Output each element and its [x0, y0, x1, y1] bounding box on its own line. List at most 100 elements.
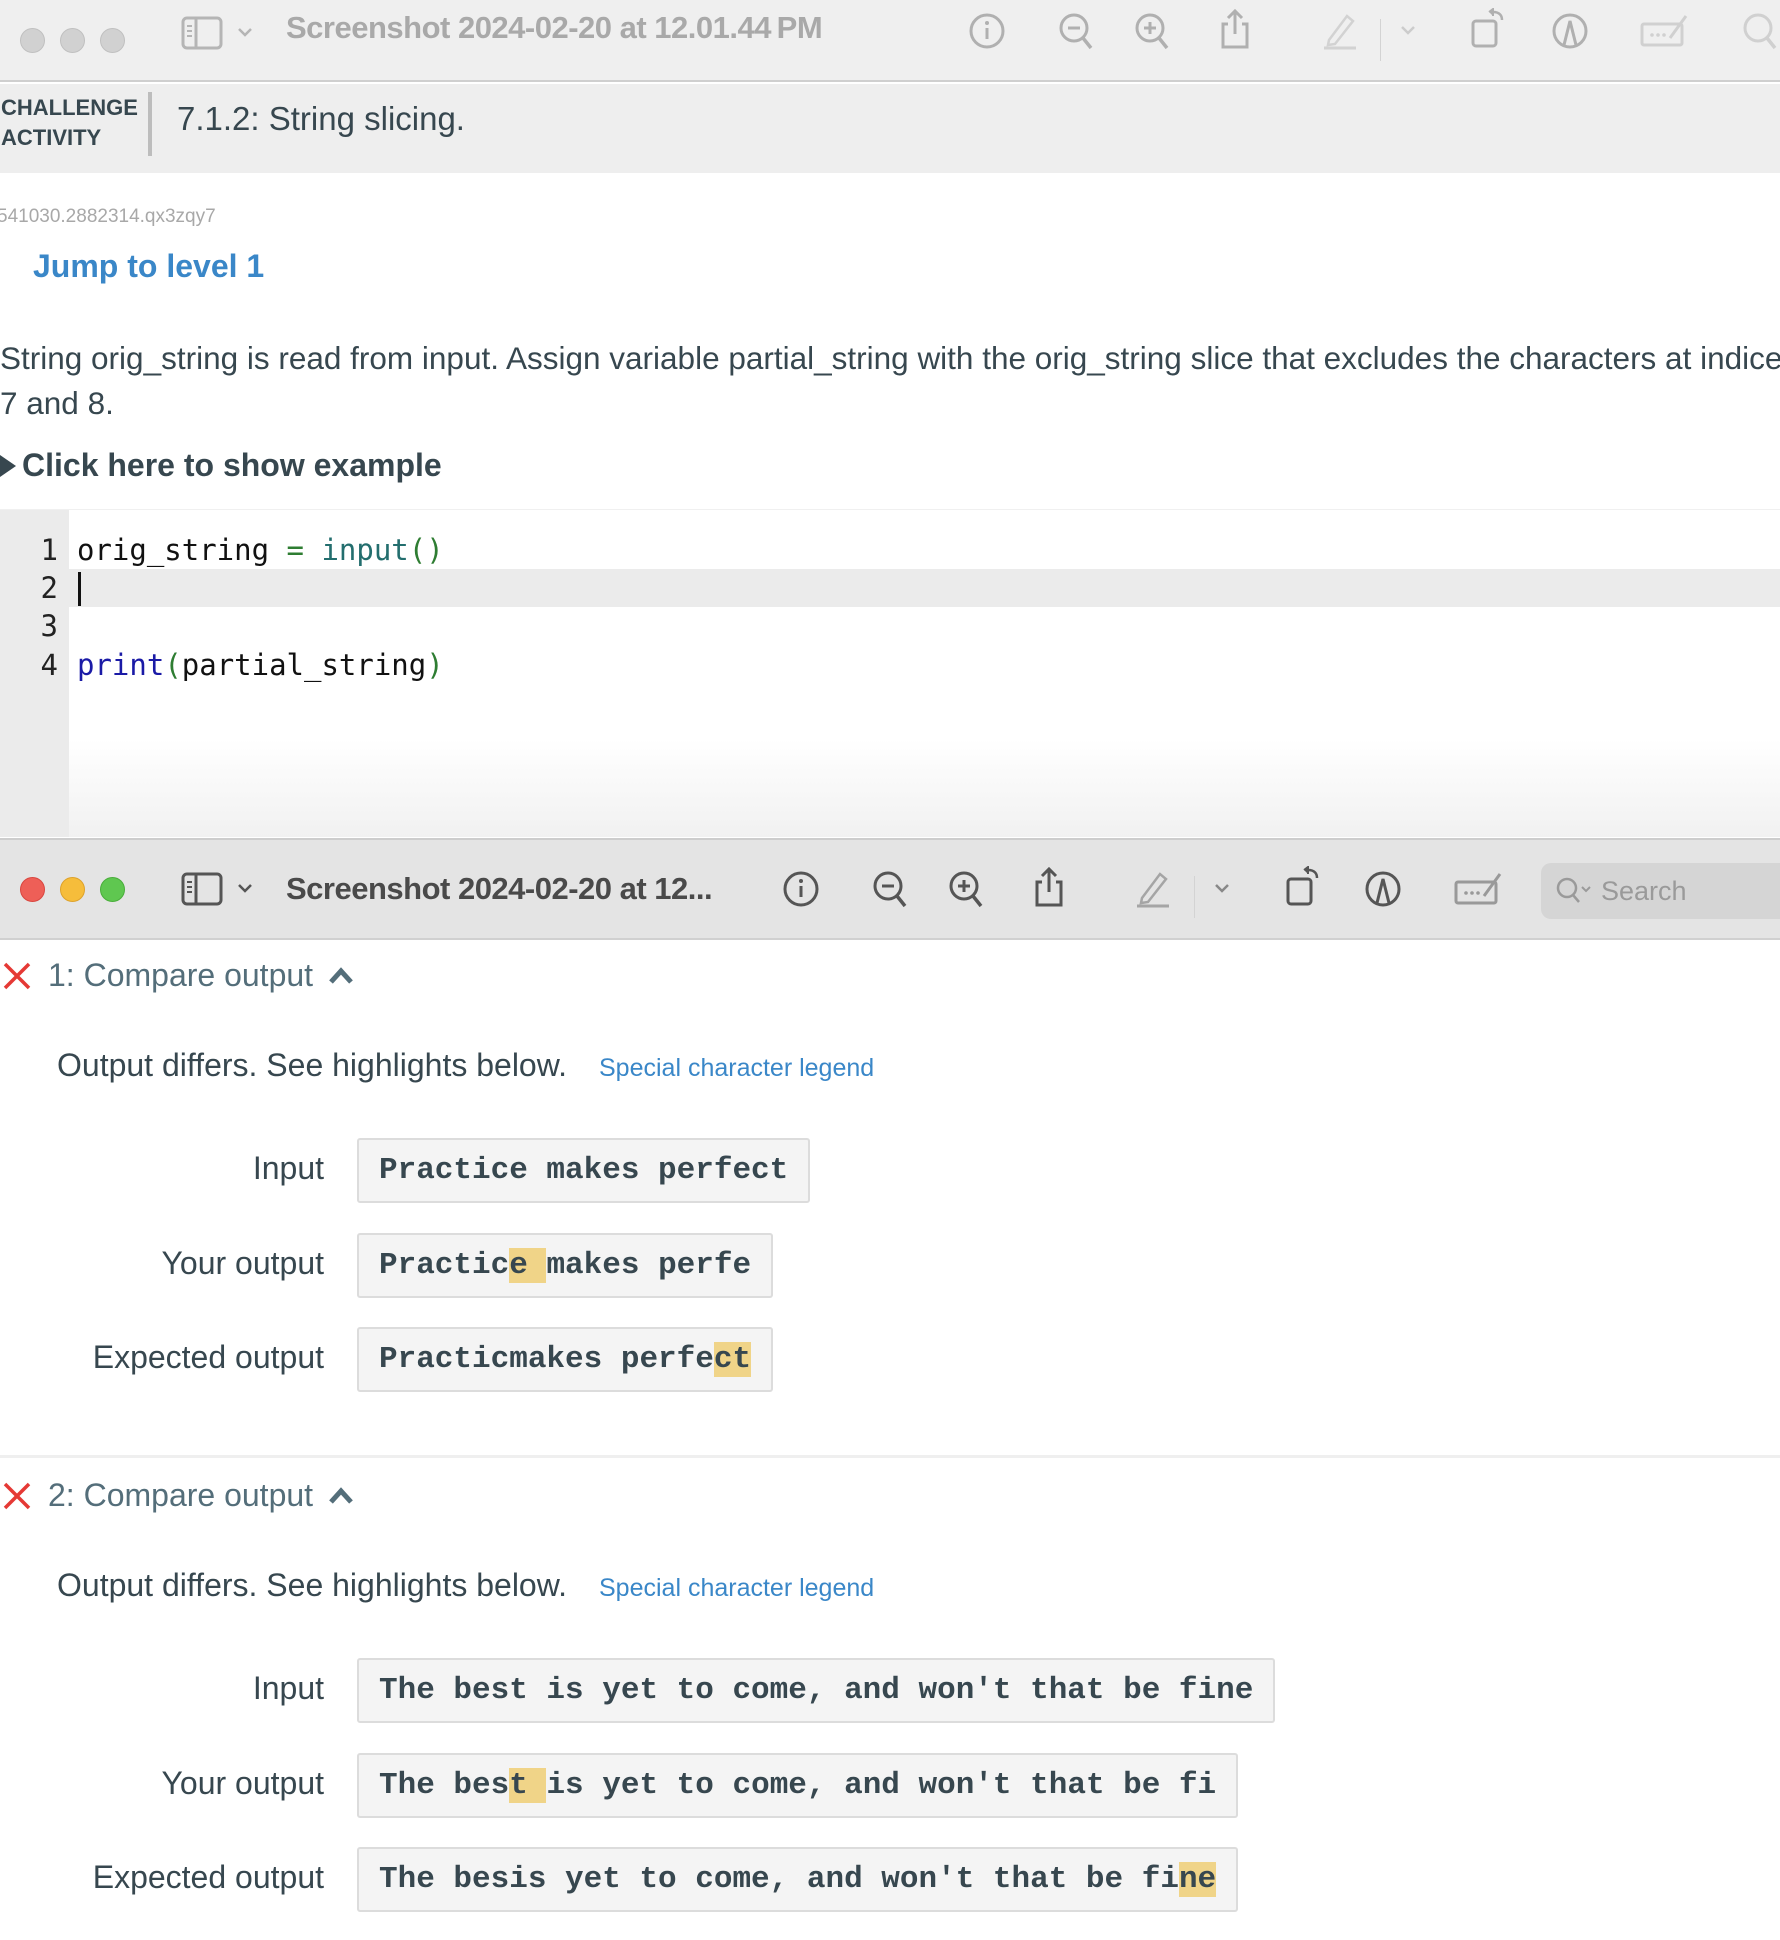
line-number: 2 — [40, 571, 58, 605]
code-line[interactable]: 2 — [0, 569, 1780, 607]
output-text: Practic — [379, 1248, 510, 1283]
markup-pencil-icon — [1320, 10, 1360, 50]
special-character-legend-link[interactable]: Special character legend — [599, 1574, 874, 1603]
sidebar-toggle-icon[interactable] — [181, 872, 223, 906]
zoom-out-icon[interactable] — [1058, 12, 1096, 52]
header-divider — [148, 92, 152, 156]
problem-description: String orig_string is read from input. A… — [0, 336, 1780, 426]
code-line[interactable]: 1 orig_string = input() — [0, 531, 1780, 569]
code-token: print — [77, 648, 165, 682]
jump-to-level-link[interactable]: Jump to level 1 — [33, 248, 264, 285]
code-token: ( — [164, 648, 182, 682]
diff-highlight: ne — [1178, 1862, 1217, 1897]
zoom-window-button[interactable] — [100, 876, 125, 902]
test-divider — [0, 1455, 1780, 1458]
share-icon[interactable] — [1218, 8, 1252, 50]
close-window-button[interactable] — [20, 27, 45, 53]
line-number: 1 — [40, 533, 58, 567]
sign-icon[interactable] — [1640, 12, 1690, 48]
test-header-toggle[interactable]: 2: Compare output — [0, 1477, 355, 1514]
expected-output-row-label: Expected output — [92, 1339, 324, 1375]
zoom-out-icon[interactable] — [872, 870, 910, 910]
zoom-in-icon[interactable] — [1134, 12, 1172, 52]
chevron-down-icon[interactable] — [237, 26, 253, 38]
sign-icon[interactable] — [1454, 870, 1504, 906]
code-text[interactable]: print(partial_string) — [77, 646, 444, 684]
info-icon[interactable] — [968, 12, 1006, 50]
preview-toolbar-front: Screenshot 2024-02-20 at 12... Search — [0, 838, 1780, 940]
description-line: String orig_string is read from input. A… — [0, 340, 1780, 376]
share-icon[interactable] — [1032, 866, 1066, 908]
annotate-icon[interactable] — [1551, 12, 1589, 50]
annotate-icon[interactable] — [1364, 870, 1402, 908]
window-controls — [20, 876, 125, 902]
output-text: is yet to come, and won't that be fi — [546, 1768, 1217, 1803]
your-output-row-box: The bes t is yet to come, and won't that … — [357, 1753, 1239, 1818]
code-token: partial_string — [181, 648, 427, 682]
output-differs-message: Output differs. See highlights below. — [57, 1567, 567, 1603]
output-text: Practicmakes perfe — [379, 1342, 714, 1377]
show-example-label: Click here to show example — [22, 447, 442, 483]
minimize-window-button[interactable] — [60, 27, 85, 53]
code-line[interactable]: 3 — [0, 607, 1780, 645]
input-row-box: Practice makes perfect — [357, 1138, 811, 1203]
diff-highlight: ct — [713, 1342, 752, 1377]
test-header-toggle[interactable]: 1: Compare output — [0, 957, 355, 994]
code-token: ) — [426, 648, 444, 682]
sidebar-toggle-icon[interactable] — [181, 16, 223, 50]
fail-x-icon — [3, 962, 31, 989]
zoom-window-button[interactable] — [100, 27, 125, 53]
search-input[interactable]: Search — [1541, 863, 1780, 919]
code-token: orig_string — [77, 533, 270, 567]
chevron-up-icon[interactable] — [327, 1486, 355, 1506]
special-character-legend-link[interactable]: Special character legend — [599, 1054, 874, 1083]
chevron-down-icon[interactable] — [1400, 24, 1416, 36]
window-controls — [20, 27, 125, 53]
your-output-row-label: Your output — [161, 1765, 324, 1801]
chevron-down-icon[interactable] — [237, 882, 253, 894]
challenge-activity-label: CHALLENGE ACTIVITY — [1, 93, 138, 153]
description-line: 7 and 8. — [0, 385, 114, 421]
search-icon — [1556, 877, 1591, 903]
chevron-up-icon[interactable] — [327, 966, 355, 986]
output-text: The bes — [379, 1768, 510, 1803]
code-token: = — [269, 533, 322, 567]
close-window-button[interactable] — [20, 876, 45, 902]
input-row-label: Input — [252, 1670, 324, 1706]
zoom-in-icon[interactable] — [948, 870, 986, 910]
your-output-row-label: Your output — [161, 1245, 324, 1281]
line-number: 3 — [40, 609, 58, 643]
expected-output-row-box: Practicmakes perfe ct — [357, 1327, 774, 1392]
window-title: Screenshot 2024-02-20 at 12.01.44 PM — [286, 10, 823, 45]
your-output-row-box: Practic e makes perfe — [357, 1233, 774, 1298]
toolbar-separator — [1380, 19, 1381, 61]
show-example-toggle[interactable]: Click here to show example — [0, 447, 442, 484]
toolbar-separator — [1194, 876, 1195, 918]
challenge-label-line1: CHALLENGE — [1, 95, 138, 120]
challenge-header: CHALLENGE ACTIVITY 7.1.2: String slicing… — [0, 84, 1780, 173]
window-title: Screenshot 2024-02-20 at 12... — [286, 871, 713, 906]
disclosure-triangle-icon — [0, 454, 16, 477]
search-icon[interactable] — [1742, 12, 1780, 52]
code-line[interactable]: 4 print(partial_string) — [0, 646, 1780, 684]
code-token: () — [408, 533, 444, 567]
chevron-down-icon[interactable] — [1214, 882, 1230, 894]
preview-toolbar-back: Screenshot 2024-02-20 at 12.01.44 PM — [0, 0, 1780, 82]
code-token: input — [321, 533, 409, 567]
expected-output-row-box: The besis yet to come, and won't that be… — [357, 1847, 1239, 1912]
code-text[interactable]: orig_string = input() — [77, 531, 444, 569]
fail-x-icon — [3, 1482, 31, 1509]
info-icon[interactable] — [782, 870, 820, 908]
diff-highlight: t — [509, 1768, 547, 1803]
code-editor[interactable]: 1 orig_string = input() 2 3 4 print(partial_s… — [0, 509, 1780, 837]
search-placeholder: Search — [1601, 875, 1687, 906]
input-row-label: Input — [252, 1150, 324, 1186]
minimize-window-button[interactable] — [60, 876, 85, 902]
output-text: The best is yet to come, and won't that … — [379, 1673, 1254, 1708]
activity-id: 541030.2882314.qx3zqy7 — [0, 206, 216, 227]
rotate-icon[interactable] — [1285, 866, 1321, 906]
rotate-icon[interactable] — [1470, 8, 1506, 48]
output-text: The besis yet to come, and won't that be… — [379, 1862, 1179, 1897]
output-text: makes perfe — [546, 1248, 752, 1283]
text-cursor — [78, 572, 81, 606]
